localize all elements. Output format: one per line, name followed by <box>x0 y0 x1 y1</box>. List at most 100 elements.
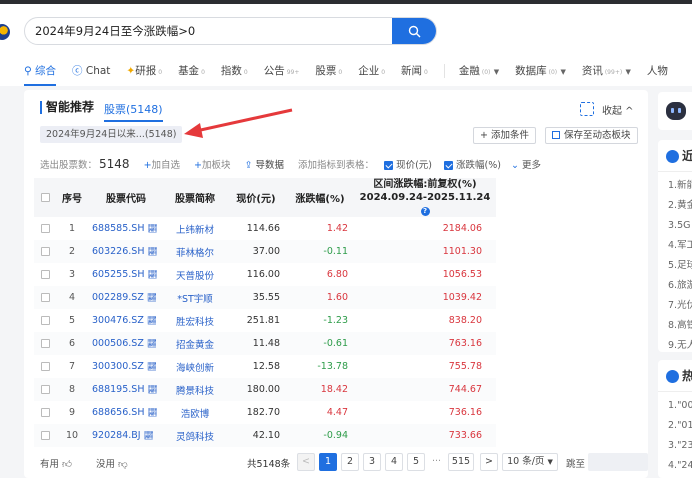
page-last[interactable]: 515 <box>448 453 474 471</box>
stock-name-link[interactable]: 灵鸽科技 <box>164 424 226 447</box>
row-checkbox[interactable] <box>40 224 50 233</box>
stock-name-link[interactable]: 胜宏科技 <box>164 309 226 332</box>
help-icon[interactable]: ? <box>420 207 430 216</box>
metric-change-checkbox[interactable]: 涨跌幅(%) <box>444 157 501 171</box>
row-checkbox[interactable] <box>40 362 50 371</box>
row-checkbox[interactable] <box>40 339 50 348</box>
search-input[interactable] <box>35 18 385 44</box>
export-button[interactable]: ⇪ 导数据 <box>245 157 285 171</box>
tab-11[interactable]: 资讯 (99+) ▼ <box>582 60 631 86</box>
tab-4[interactable]: 指数 0 <box>221 60 248 86</box>
stock-code-link[interactable]: 605255.SH 📈︎ <box>88 263 164 286</box>
page-5[interactable]: 5 <box>407 453 425 471</box>
tab-7[interactable]: 企业 0 <box>358 60 385 86</box>
stock-name-link[interactable]: *ST宇顺 <box>164 286 226 309</box>
tab-0[interactable]: ⚲ 综合 <box>24 60 57 86</box>
tab-5[interactable]: 公告 99+ <box>264 60 300 86</box>
chart-icon[interactable]: 📈︎ <box>148 247 158 256</box>
table-row[interactable]: 1 688585.SH 📈︎ 上纬新材 114.66 1.42 2184.06 <box>34 217 496 240</box>
chart-icon[interactable]: 📈︎ <box>147 293 157 302</box>
tab-2[interactable]: ✦研报 0 <box>126 60 162 86</box>
more-button[interactable]: ⌄ 更多 <box>511 157 541 171</box>
add-block-button[interactable]: +加板块 <box>194 157 230 171</box>
chart-icon[interactable]: 📈︎ <box>148 224 158 233</box>
chart-icon[interactable]: 📈︎ <box>148 270 158 279</box>
robot-icon[interactable] <box>666 102 686 120</box>
trend-item[interactable]: 5.足球 <box>658 256 692 276</box>
logo[interactable] <box>0 24 10 40</box>
table-row[interactable]: 2 603226.SH 📈︎ 菲林格尔 37.00 -0.11 1101.30 <box>34 240 496 263</box>
col-change[interactable]: 涨跌幅(%) <box>286 178 354 217</box>
stock-name-link[interactable]: 菲林格尔 <box>164 240 226 263</box>
table-row[interactable]: 7 300300.SZ 📈︎ 海峡创新 12.58 -13.78 755.78 <box>34 355 496 378</box>
stock-code-link[interactable]: 002289.SZ 📈︎ <box>88 286 164 309</box>
tab-9[interactable]: 金融 (0) ▼ <box>459 60 499 86</box>
chart-icon[interactable]: 📈︎ <box>148 385 158 394</box>
row-checkbox[interactable] <box>40 247 50 256</box>
stock-name-link[interactable]: 招金黄金 <box>164 332 226 355</box>
table-row[interactable]: 4 002289.SZ 📈︎ *ST宇顺 35.55 1.60 1039.42 <box>34 286 496 309</box>
table-row[interactable]: 5 300476.SZ 📈︎ 胜宏科技 251.81 -1.23 838.20 <box>34 309 496 332</box>
useless-button[interactable]: 没用 👎︎ <box>96 456 128 470</box>
stock-code-link[interactable]: 300476.SZ 📈︎ <box>88 309 164 332</box>
stock-name-link[interactable]: 浩欧博 <box>164 401 226 424</box>
trend-item[interactable]: 3.5G <box>658 216 692 236</box>
row-checkbox[interactable] <box>40 316 50 325</box>
trend-item[interactable]: 9.无人 <box>658 336 692 352</box>
trend-item[interactable]: 1."00 <box>658 396 692 416</box>
stock-name-link[interactable]: 腾景科技 <box>164 378 226 401</box>
chart-icon[interactable]: 📈︎ <box>147 316 157 325</box>
add-condition-button[interactable]: + 添加条件 <box>473 127 536 144</box>
save-to-block-button[interactable]: 保存至动态板块 <box>545 127 638 144</box>
trend-item[interactable]: 2.黄金 <box>658 196 692 216</box>
stock-code-link[interactable]: 603226.SH 📈︎ <box>88 240 164 263</box>
col-range[interactable]: 区间涨跌幅:前复权(%) 2024.09.24-2025.11.24 ? <box>354 178 496 217</box>
col-code[interactable]: 股票代码 <box>88 178 164 217</box>
tab-1[interactable]: ⓒ Chat <box>72 60 110 86</box>
row-checkbox[interactable] <box>40 431 50 440</box>
page-2[interactable]: 2 <box>341 453 359 471</box>
stock-name-link[interactable]: 上纬新材 <box>164 217 226 240</box>
table-row[interactable]: 10 920284.BJ 📈︎ 灵鸽科技 42.10 -0.94 733.66 <box>34 424 496 447</box>
trend-item[interactable]: 4.军工 <box>658 236 692 256</box>
add-watchlist-button[interactable]: +加自选 <box>144 157 180 171</box>
table-row[interactable]: 9 688656.SH 📈︎ 浩欧博 182.70 4.47 736.16 <box>34 401 496 424</box>
trend-item[interactable]: 4."24 <box>658 456 692 476</box>
row-checkbox[interactable] <box>40 385 50 394</box>
jump-input[interactable] <box>588 453 648 471</box>
tab-8[interactable]: 新闻 0 <box>401 60 428 86</box>
stock-code-link[interactable]: 688656.SH 📈︎ <box>88 401 164 424</box>
row-checkbox[interactable] <box>40 270 50 279</box>
page-4[interactable]: 4 <box>385 453 403 471</box>
stock-name-link[interactable]: 天普股份 <box>164 263 226 286</box>
prev-page-button[interactable]: < <box>297 453 315 471</box>
metric-price-checkbox[interactable]: 现价(元) <box>384 157 432 171</box>
stock-code-link[interactable]: 688195.SH 📈︎ <box>88 378 164 401</box>
tab-3[interactable]: 基金 0 <box>178 60 205 86</box>
trend-item[interactable]: 6.旅游 <box>658 276 692 296</box>
next-page-button[interactable]: > <box>480 453 498 471</box>
tab-10[interactable]: 数据库 (0) ▼ <box>515 60 566 86</box>
row-checkbox[interactable] <box>40 293 50 302</box>
stock-code-link[interactable]: 300300.SZ 📈︎ <box>88 355 164 378</box>
trend-item[interactable]: 2."01 <box>658 416 692 436</box>
trend-item[interactable]: 3."23 <box>658 436 692 456</box>
useful-button[interactable]: 有用 👍︎ <box>40 456 72 470</box>
tab-12[interactable]: 人物 <box>647 60 668 86</box>
select-all-checkbox[interactable] <box>40 192 50 202</box>
stock-name-link[interactable]: 海峡创新 <box>164 355 226 378</box>
trend-item[interactable]: 1.新能 <box>658 176 692 196</box>
collapse-button[interactable]: 收起 ^ <box>602 102 634 117</box>
page-1[interactable]: 1 <box>319 453 337 471</box>
condition-chip[interactable]: 2024年9月24日以来...(5148) <box>40 126 183 143</box>
stock-code-link[interactable]: 920284.BJ 📈︎ <box>88 424 164 447</box>
search-button[interactable] <box>392 18 436 44</box>
chart-icon[interactable]: 📈︎ <box>148 408 158 417</box>
col-name[interactable]: 股票简称 <box>164 178 226 217</box>
table-row[interactable]: 3 605255.SH 📈︎ 天普股份 116.00 6.80 1056.53 <box>34 263 496 286</box>
table-row[interactable]: 8 688195.SH 📈︎ 腾景科技 180.00 18.42 744.67 <box>34 378 496 401</box>
trend-item[interactable]: 7.光伏 <box>658 296 692 316</box>
tab-stocks[interactable]: 股票(5148) <box>104 101 163 122</box>
chart-icon[interactable]: 📈︎ <box>144 431 154 440</box>
fullscreen-icon[interactable] <box>580 102 594 116</box>
